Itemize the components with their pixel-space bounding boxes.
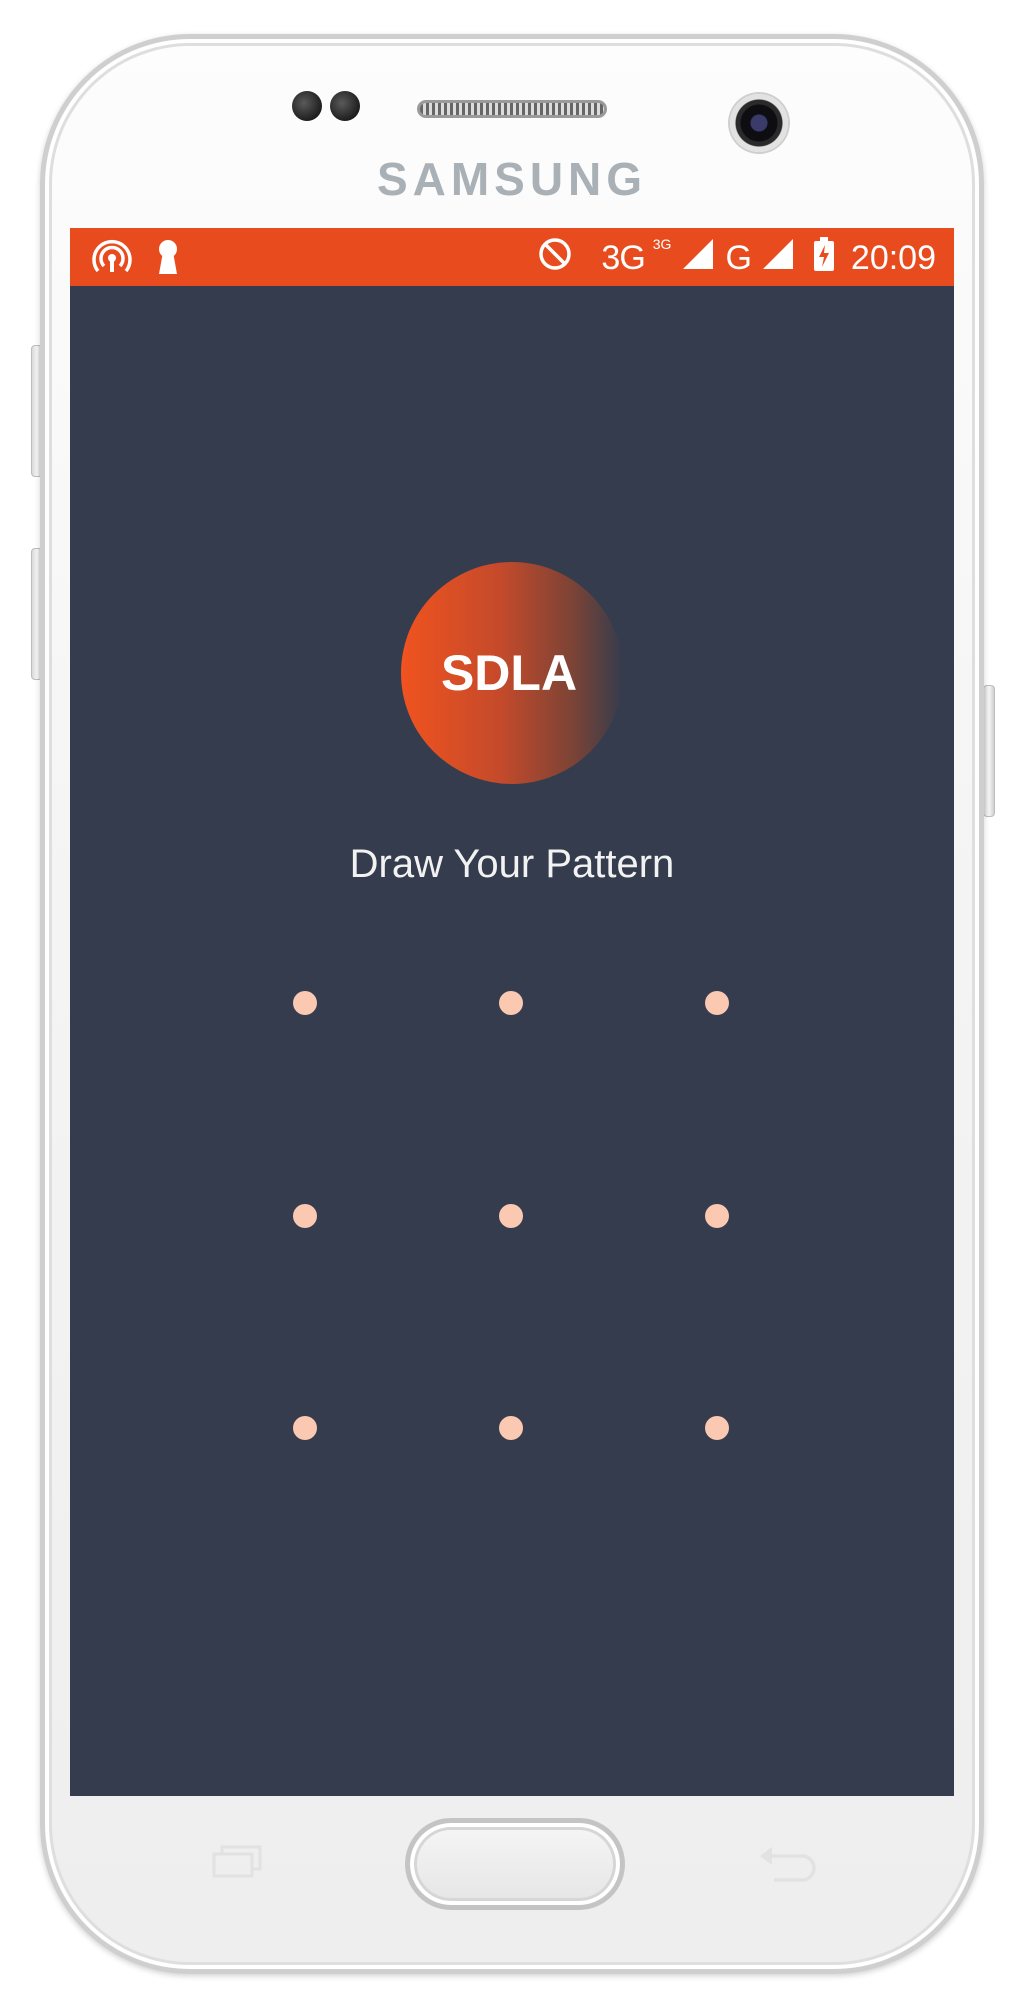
canvas: SAMSUNG 3G 3G G 20:09 SDLA Draw Your Pat…	[0, 0, 1024, 2000]
light-sensor-icon	[330, 91, 360, 121]
pattern-dot-6[interactable]	[705, 1204, 729, 1228]
brand-logo: SAMSUNG	[376, 153, 648, 205]
pattern-dot-7[interactable]	[293, 1416, 317, 1440]
pattern-dot-8[interactable]	[499, 1416, 523, 1440]
front-camera-icon	[730, 94, 788, 152]
recent-apps-icon[interactable]	[212, 1844, 262, 1878]
screen: 3G 3G G 20:09 SDLA Draw Your Pattern	[70, 228, 954, 1796]
home-button[interactable]	[405, 1818, 625, 1910]
pattern-lock-grid[interactable]	[70, 228, 954, 1796]
pattern-dot-9[interactable]	[705, 1416, 729, 1440]
pattern-dot-4[interactable]	[293, 1204, 317, 1228]
pattern-dot-1[interactable]	[293, 991, 317, 1015]
proximity-sensor-icon	[292, 91, 322, 121]
power-button[interactable]	[983, 685, 995, 817]
back-icon[interactable]	[756, 1844, 816, 1884]
pattern-dot-5[interactable]	[499, 1204, 523, 1228]
pattern-dot-2[interactable]	[499, 991, 523, 1015]
pattern-dot-3[interactable]	[705, 991, 729, 1015]
earpiece-speaker	[417, 100, 607, 118]
